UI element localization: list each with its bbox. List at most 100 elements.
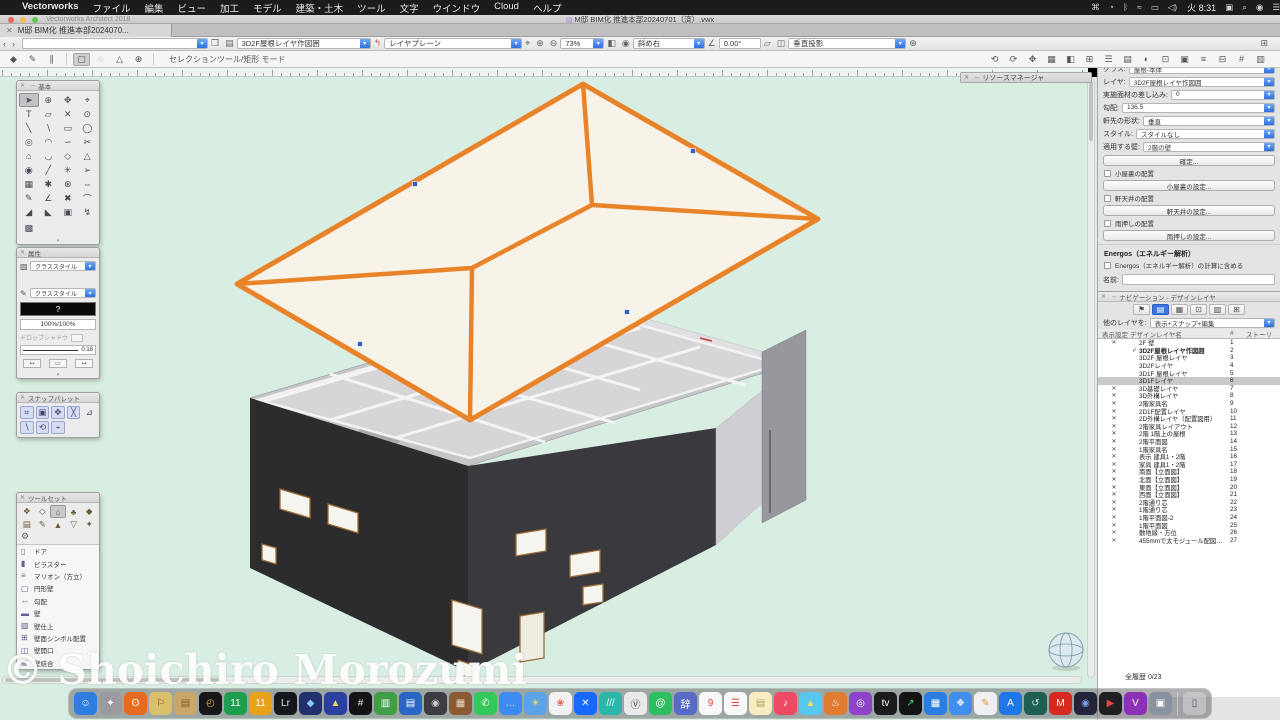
wifi-icon[interactable]: ≈ bbox=[1137, 2, 1142, 13]
basic-tool-icon[interactable]: ╲ bbox=[19, 121, 39, 135]
minimize-icon[interactable]: ─ bbox=[975, 75, 979, 81]
toolset-tool-item[interactable]: ≡ マリオン（方立） bbox=[17, 570, 99, 582]
layer-visibility-toggle[interactable]: ✕ bbox=[1098, 423, 1130, 430]
toolset-category-icon[interactable]: ⌂ bbox=[50, 505, 66, 518]
time-machine-icon[interactable]: ↺ bbox=[1024, 692, 1047, 715]
notebook-app-icon[interactable]: ▦ bbox=[449, 692, 472, 715]
toolbar-icon[interactable]: ⊡ bbox=[1157, 53, 1174, 66]
menu-item[interactable]: 建築・土木 bbox=[296, 1, 344, 15]
v-outline-app-icon[interactable]: Ⓥ bbox=[624, 692, 647, 715]
toolbar-icon[interactable]: ▤ bbox=[1119, 53, 1136, 66]
pen-icon[interactable]: ✎ bbox=[20, 289, 30, 298]
basic-tool-icon[interactable]: T bbox=[19, 107, 39, 121]
layer-visibility-toggle[interactable]: ✕ bbox=[1098, 522, 1130, 529]
zoom-level-dropdown[interactable]: 73%▾ bbox=[560, 38, 604, 49]
projection-icon-b[interactable]: ◫ bbox=[777, 38, 786, 49]
palette-resize-handle[interactable]: ▾ bbox=[17, 371, 99, 378]
basic-tool-icon[interactable]: ◉ bbox=[19, 163, 39, 177]
direct-mode-icon[interactable]: ⊕ bbox=[130, 53, 147, 66]
colorful-app-icon[interactable]: ▲ bbox=[799, 692, 822, 715]
weather-icon[interactable]: ☀ bbox=[524, 692, 547, 715]
app-11-green-icon[interactable]: 11 bbox=[224, 692, 247, 715]
toolbar-icon[interactable]: ✥ bbox=[1024, 53, 1041, 66]
toolset-category-icon[interactable]: ❖ bbox=[19, 505, 35, 518]
basic-tool-icon[interactable]: ▱ bbox=[39, 107, 59, 121]
hash-app-icon[interactable]: # bbox=[349, 692, 372, 715]
layer-visibility-toggle[interactable]: ✕ bbox=[1098, 453, 1130, 460]
polygon-mode-icon[interactable]: △ bbox=[111, 53, 128, 66]
palette-resize-handle[interactable]: ▾ bbox=[17, 237, 99, 244]
current-view-dropdown[interactable]: 斜め右▾ bbox=[633, 38, 705, 49]
navigation-titlebar[interactable]: ✕ ─ ナビゲーション - デザインレイヤ bbox=[1098, 292, 1280, 302]
volume-icon[interactable]: ◁) bbox=[1168, 2, 1177, 13]
layer-visibility-toggle[interactable]: ✕ bbox=[1098, 339, 1130, 346]
launchpad-icon[interactable]: ✦ bbox=[99, 692, 122, 715]
pen-icon[interactable]: ✎ bbox=[24, 53, 41, 66]
palette-titlebar[interactable]: ✕ 属性 bbox=[17, 248, 99, 258]
menu-item[interactable]: Vectorworks bbox=[22, 1, 79, 15]
layer-options-icon[interactable]: ❐ bbox=[211, 38, 219, 49]
basic-tool-icon[interactable]: ▭ bbox=[58, 121, 78, 135]
toolbar-icon[interactable]: ⟳ bbox=[1005, 53, 1022, 66]
puzzle-app-icon[interactable]: ❖ bbox=[949, 692, 972, 715]
layer-visibility-toggle[interactable]: ✕ bbox=[1098, 476, 1130, 483]
viewports-icon[interactable]: ▧ bbox=[1209, 304, 1226, 315]
option-settings-button[interactable]: 雨押しの設定... bbox=[1103, 230, 1275, 241]
toolset-tool-item[interactable]: ↔ 勾配 bbox=[17, 595, 99, 607]
layer-visibility-toggle[interactable]: ✕ bbox=[1098, 514, 1130, 521]
toolset-category-icon[interactable]: ▤ bbox=[19, 518, 35, 531]
layer-visibility-toggle[interactable]: ✕ bbox=[1098, 392, 1130, 399]
active-layer-dropdown[interactable]: 3D2F屋根レイヤ作図囲▾ bbox=[237, 38, 371, 49]
marker-style-button[interactable]: ↤ bbox=[23, 359, 41, 368]
references-icon[interactable]: ⊞ bbox=[1228, 304, 1245, 315]
basic-tool-icon[interactable]: ╱ bbox=[39, 163, 59, 177]
blue-doc-app-icon[interactable]: ▤ bbox=[399, 692, 422, 715]
field-control[interactable]: 3D2F屋根レイヤ作図囲▾ bbox=[1129, 77, 1275, 87]
close-icon[interactable]: ✕ bbox=[20, 249, 25, 256]
toolset-category-icon[interactable]: ◆ bbox=[81, 505, 97, 518]
pictures-app-icon[interactable]: ▣ bbox=[1149, 692, 1172, 715]
menu-item[interactable]: ファイル bbox=[93, 1, 131, 15]
siri-app-icon[interactable]: ◉ bbox=[1074, 692, 1097, 715]
notification-center-icon[interactable]: ☰ bbox=[1272, 2, 1280, 13]
fill-style-dropdown[interactable]: クラススタイル▾ bbox=[30, 261, 96, 271]
toolset-tool-item[interactable]: ▢ 円形壁 bbox=[17, 582, 99, 594]
projection-dropdown[interactable]: 垂直投影▾ bbox=[788, 38, 906, 49]
toolset-category-icon[interactable]: ✦ bbox=[81, 518, 97, 531]
toolset-tool-item[interactable]: ⊞ 壁面シンボル配置 bbox=[17, 632, 99, 644]
drop-shadow-toggle[interactable] bbox=[71, 334, 83, 342]
basic-tool-icon[interactable]: ⊕ bbox=[39, 93, 59, 107]
teal-app-icon[interactable]: /// bbox=[599, 692, 622, 715]
basic-tool-icon[interactable]: ▦ bbox=[19, 177, 39, 191]
basic-tool-icon[interactable]: ◠ bbox=[39, 135, 59, 149]
keynote-icon[interactable]: ▦ bbox=[924, 692, 947, 715]
basic-tool-icon[interactable]: △ bbox=[78, 149, 98, 163]
basic-tool-icon[interactable]: ⇔ bbox=[78, 177, 98, 191]
layer-stack-icon[interactable]: ▤ bbox=[225, 38, 234, 49]
basic-tool-icon[interactable]: ✕ bbox=[58, 107, 78, 121]
apple-tv-icon[interactable]: tv bbox=[874, 692, 897, 715]
layer-visibility-toggle[interactable]: ✕ bbox=[1098, 468, 1130, 475]
close-icon[interactable]: ✕ bbox=[1101, 293, 1106, 300]
basic-tool-icon[interactable]: ✥ bbox=[58, 93, 78, 107]
evernote-icon[interactable]: @ bbox=[649, 692, 672, 715]
basic-tool-icon[interactable]: ◯ bbox=[78, 121, 98, 135]
marquee-mode-icon[interactable]: ▢ bbox=[73, 53, 90, 66]
toolbar-icon[interactable]: ▥ bbox=[1252, 53, 1269, 66]
layer-visibility-toggle[interactable]: ✕ bbox=[1098, 537, 1130, 544]
basic-tool-icon[interactable]: ➢ bbox=[78, 163, 98, 177]
zoom-tool-icon[interactable]: ⌖ bbox=[525, 38, 530, 49]
dock-icon[interactable] bbox=[1177, 692, 1178, 716]
render-options-icon[interactable]: ⊕ bbox=[909, 38, 917, 49]
constraint-icon[interactable]: ◆ bbox=[5, 53, 22, 66]
marker-style-button[interactable]: ↦ bbox=[75, 359, 93, 368]
toolbar-icon[interactable]: # bbox=[1233, 53, 1250, 66]
layer-visibility-toggle[interactable]: ✕ bbox=[1098, 400, 1130, 407]
basic-tool-icon[interactable]: ⌖ bbox=[78, 93, 98, 107]
photos-icon[interactable]: ❀ bbox=[549, 692, 572, 715]
toolbar-icon[interactable]: ⊞ bbox=[1081, 53, 1098, 66]
layer-visibility-toggle[interactable]: ✕ bbox=[1098, 438, 1130, 445]
confirm-button[interactable]: 確定... bbox=[1103, 155, 1275, 166]
flame-app-icon[interactable]: ♨ bbox=[824, 692, 847, 715]
zoom-out-icon[interactable]: ⊖ bbox=[550, 38, 558, 49]
